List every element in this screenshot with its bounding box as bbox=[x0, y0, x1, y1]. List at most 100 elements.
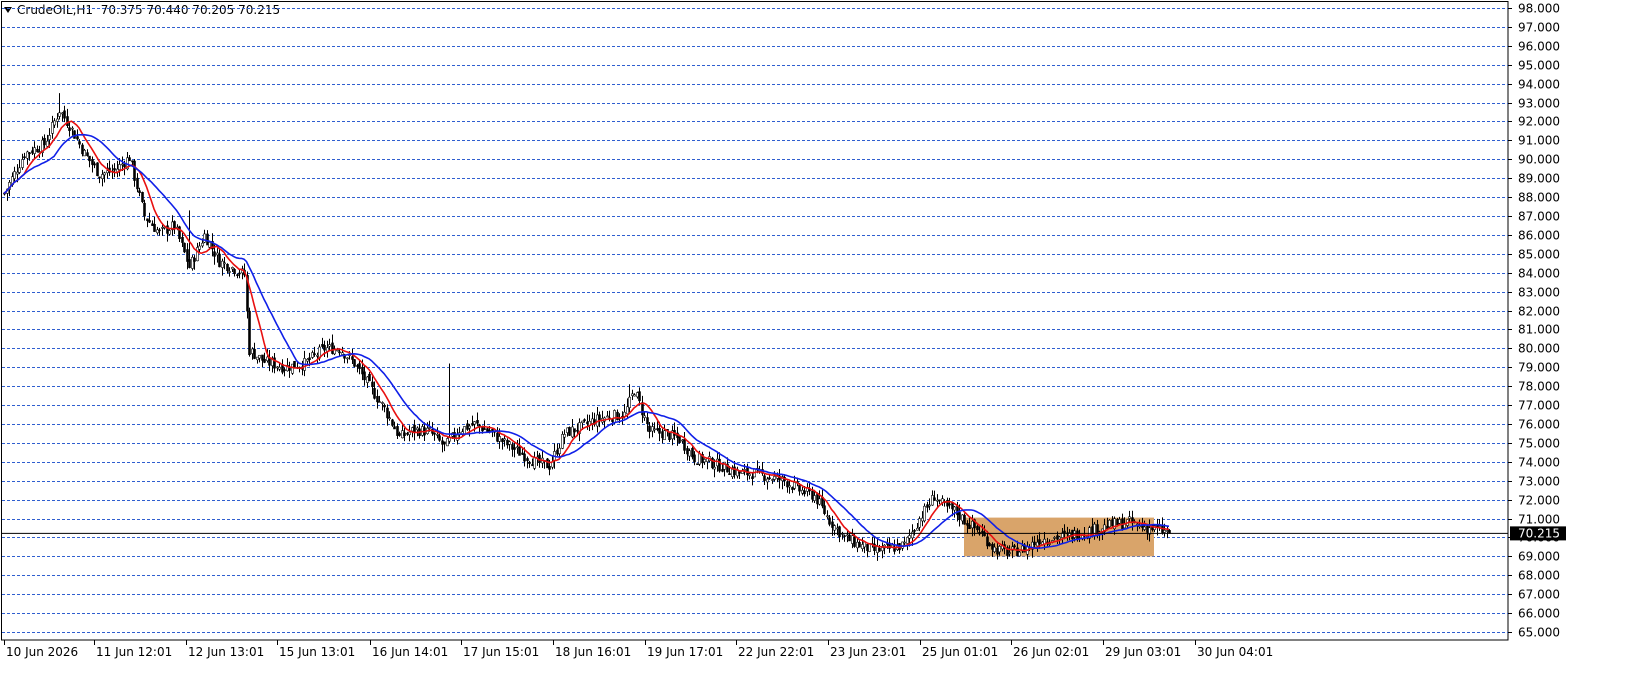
y-tick-label: 71.000 bbox=[1518, 513, 1560, 527]
candle-body bbox=[963, 515, 966, 525]
candle-body bbox=[206, 233, 209, 246]
candle-body bbox=[773, 476, 776, 480]
candle-body bbox=[188, 259, 191, 268]
y-tick-label: 82.000 bbox=[1518, 305, 1560, 319]
candle-body bbox=[998, 546, 1001, 553]
candle-body bbox=[853, 536, 856, 547]
y-tick-label: 97.000 bbox=[1518, 21, 1560, 35]
y-tick-label: 80.000 bbox=[1518, 342, 1560, 356]
x-tick-label: 22 Jun 22:01 bbox=[738, 645, 814, 659]
candle-body bbox=[353, 359, 356, 367]
candle-body bbox=[693, 454, 696, 463]
candle-body bbox=[833, 525, 836, 531]
candle-body bbox=[196, 247, 199, 262]
candle-body bbox=[33, 147, 36, 154]
candle-body bbox=[598, 414, 601, 421]
candle-body bbox=[1143, 526, 1146, 530]
candle-body bbox=[923, 505, 926, 522]
candle-body bbox=[513, 447, 516, 450]
candle-body bbox=[563, 434, 566, 438]
candle-body bbox=[338, 351, 341, 354]
candle-body bbox=[136, 177, 139, 190]
candle-body bbox=[208, 242, 211, 248]
candle-body bbox=[838, 526, 841, 538]
candle-body bbox=[653, 428, 656, 431]
candle-body bbox=[388, 417, 391, 420]
y-tick-label: 92.000 bbox=[1518, 115, 1560, 129]
candle-body bbox=[23, 156, 26, 159]
candle-body bbox=[721, 469, 724, 472]
candle-body bbox=[766, 478, 769, 483]
candle-body bbox=[713, 466, 716, 470]
candle-body bbox=[191, 256, 194, 269]
candle-body bbox=[918, 518, 921, 528]
candle-body bbox=[66, 116, 69, 127]
y-tick-label: 87.000 bbox=[1518, 210, 1560, 224]
candle-body bbox=[106, 170, 109, 174]
candle-body bbox=[148, 220, 151, 223]
candle-body bbox=[398, 433, 401, 436]
candle-body bbox=[1116, 519, 1119, 526]
y-tick-label: 76.000 bbox=[1518, 418, 1560, 432]
candle-body bbox=[71, 127, 74, 130]
candle-body bbox=[76, 136, 79, 140]
y-tick-label: 88.000 bbox=[1518, 191, 1560, 205]
candle-body bbox=[181, 237, 184, 243]
candle-body bbox=[233, 269, 236, 274]
candle-body bbox=[643, 415, 646, 419]
moving-average-line bbox=[3, 133, 1170, 550]
candle-body bbox=[253, 348, 256, 359]
candle-body bbox=[913, 530, 916, 532]
candle-body bbox=[1013, 545, 1016, 548]
candle-body bbox=[933, 497, 936, 501]
candle-body bbox=[1018, 551, 1021, 557]
candle-body bbox=[221, 260, 224, 268]
candle-body bbox=[928, 504, 931, 507]
y-tick-label: 90.000 bbox=[1518, 153, 1560, 167]
candle-body bbox=[236, 274, 239, 276]
y-tick-label: 85.000 bbox=[1518, 248, 1560, 262]
candle-body bbox=[763, 475, 766, 481]
candle-body bbox=[581, 420, 584, 424]
candle-body bbox=[683, 439, 686, 451]
candle-body bbox=[371, 381, 374, 388]
candle-body bbox=[468, 425, 471, 429]
candle-body bbox=[526, 458, 529, 461]
candle-body bbox=[646, 417, 649, 425]
x-tick-label: 23 Jun 23:01 bbox=[830, 645, 906, 659]
candle-body bbox=[308, 357, 311, 360]
candle-body bbox=[528, 461, 531, 464]
axis-layer: 98.000 97.000 96.000 95.000 94.000 93.000 92.0… bbox=[4, 2, 1566, 659]
candle-body bbox=[378, 401, 381, 403]
x-tick-label: 30 Jun 04:01 bbox=[1197, 645, 1273, 659]
candle-body bbox=[958, 512, 961, 520]
candle-body bbox=[341, 352, 344, 355]
candle-body bbox=[263, 358, 266, 363]
y-tick-label: 68.000 bbox=[1518, 569, 1560, 583]
candle-body bbox=[993, 546, 996, 553]
candle-body bbox=[98, 176, 101, 179]
candle-body bbox=[663, 430, 666, 441]
candle-body bbox=[78, 141, 81, 145]
price-chart[interactable]: 98.000 97.000 96.000 95.000 94.000 93.000 92.0… bbox=[0, 0, 1641, 695]
candle-body bbox=[1063, 530, 1066, 533]
candle-body bbox=[81, 144, 84, 155]
candle-body bbox=[168, 230, 171, 235]
candle-body bbox=[141, 192, 144, 203]
candle-body bbox=[336, 349, 339, 352]
moving-average-layer bbox=[2, 120, 1508, 552]
candle-body bbox=[383, 404, 386, 408]
candle-body bbox=[1166, 530, 1169, 532]
candle-body bbox=[131, 160, 134, 163]
candle-body bbox=[641, 402, 644, 416]
candle-body bbox=[668, 432, 671, 441]
y-tick-label: 98.000 bbox=[1518, 2, 1560, 16]
x-tick-label: 17 Jun 15:01 bbox=[463, 645, 539, 659]
candle-body bbox=[858, 542, 861, 548]
candle-body bbox=[63, 110, 66, 119]
candle-body bbox=[803, 490, 806, 495]
candle-body bbox=[231, 267, 234, 270]
candle-body bbox=[18, 167, 21, 173]
y-tick-label: 75.000 bbox=[1518, 437, 1560, 451]
candle-body bbox=[123, 164, 126, 168]
